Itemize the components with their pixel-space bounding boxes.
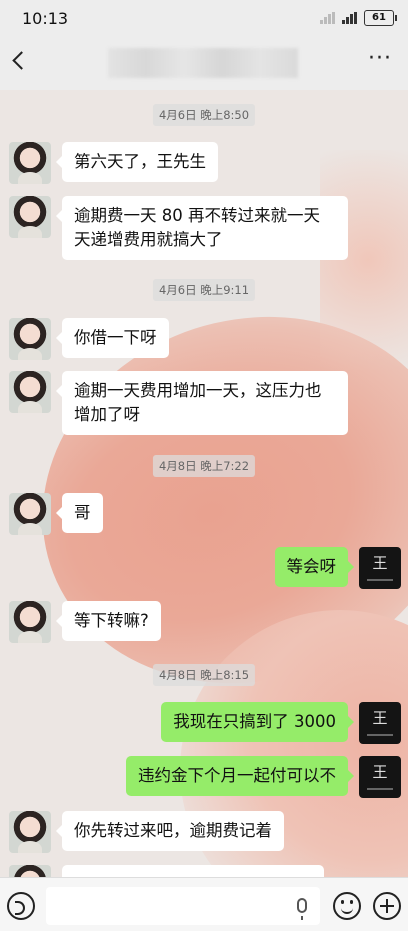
chat-title-redacted [108, 48, 298, 78]
contact-avatar[interactable] [9, 601, 51, 643]
message-received[interactable]: 你先转过来吧，逾期费记着 [56, 811, 284, 851]
signal-icon [320, 12, 336, 24]
timestamp: 4月6日 晚上8:50 [152, 104, 256, 126]
status-bar: 10:13 61 [0, 0, 408, 36]
microphone-icon[interactable] [297, 898, 307, 920]
message-sent[interactable]: 等会呀 [274, 547, 354, 587]
chat-area[interactable]: 4月6日 晚上8:50 第六天了，王先生 逾期费一天 80 再不转过来就一天天递… [0, 90, 408, 877]
input-bar [0, 877, 408, 931]
message-received[interactable]: 第六天了，王先生 [56, 142, 218, 182]
contact-avatar[interactable] [9, 318, 51, 360]
battery-icon: 61 [364, 10, 397, 26]
signal-strong-icon [342, 12, 358, 24]
back-button[interactable] [8, 50, 32, 74]
status-time: 10:13 [22, 9, 69, 28]
voice-mode-icon[interactable] [7, 892, 35, 920]
status-icons: 61 [320, 10, 397, 26]
message-received[interactable]: 你借一下呀 [56, 318, 169, 358]
message-received[interactable]: 等下转嘛? [56, 601, 161, 641]
timestamp: 4月8日 晚上8:15 [152, 664, 256, 686]
message-sent[interactable]: 我现在只搞到了 3000 [161, 702, 354, 742]
contact-avatar[interactable] [9, 811, 51, 853]
message-received[interactable]: 哥 [56, 493, 103, 533]
timestamp: 4月6日 晚上9:11 [152, 279, 256, 301]
plus-icon[interactable] [373, 892, 401, 920]
message-input[interactable] [46, 887, 320, 925]
my-avatar[interactable]: 王 [359, 702, 401, 744]
contact-avatar[interactable] [9, 865, 51, 877]
emoji-icon[interactable] [333, 892, 361, 920]
message-received-partial[interactable] [62, 865, 324, 877]
contact-avatar[interactable] [9, 196, 51, 238]
timestamp: 4月8日 晚上7:22 [152, 455, 256, 477]
contact-avatar[interactable] [9, 142, 51, 184]
message-received[interactable]: 逾期费一天 80 再不转过来就一天天递增费用就搞大了 [56, 196, 348, 260]
wallpaper-shape [320, 150, 408, 370]
more-options-button[interactable]: ··· [366, 48, 394, 74]
contact-avatar[interactable] [9, 371, 51, 413]
my-avatar[interactable]: 王 [359, 547, 401, 589]
chat-header: ··· [0, 36, 408, 90]
contact-avatar[interactable] [9, 493, 51, 535]
my-avatar[interactable]: 王 [359, 756, 401, 798]
message-received[interactable]: 逾期一天费用增加一天，这压力也增加了呀 [56, 371, 348, 435]
message-sent[interactable]: 违约金下个月一起付可以不 [126, 756, 354, 796]
